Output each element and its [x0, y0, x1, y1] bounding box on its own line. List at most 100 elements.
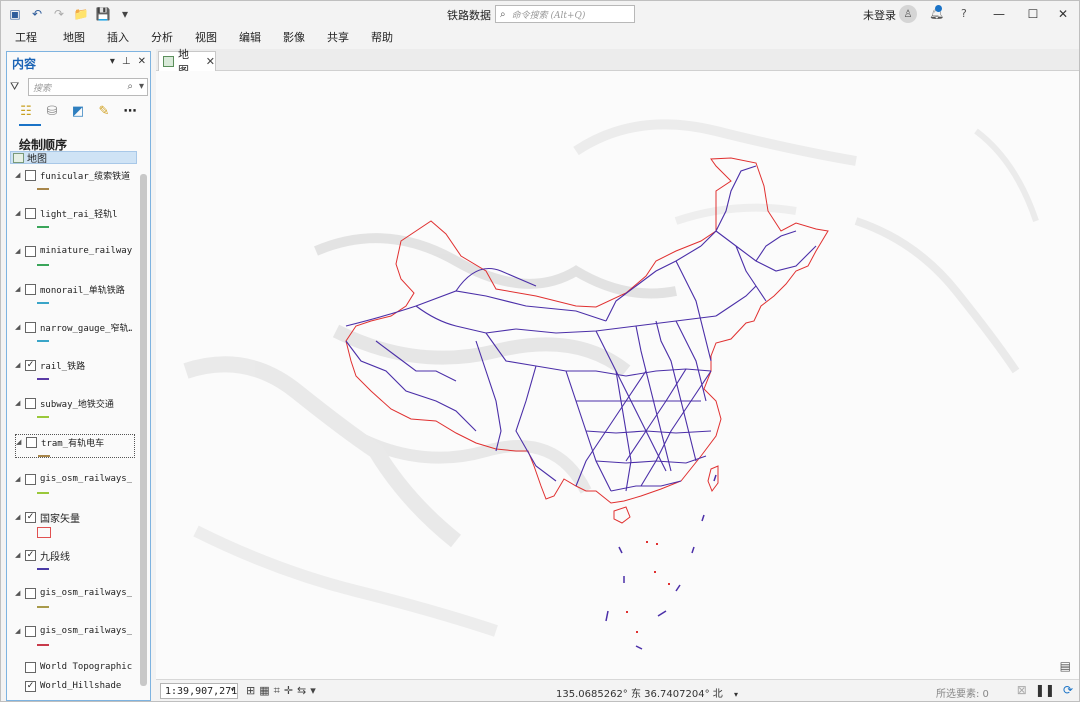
layer-visibility-checkbox[interactable] [25, 321, 36, 333]
layer-visibility-checkbox[interactable] [25, 587, 36, 599]
layer-item[interactable]: World Topographic… [15, 660, 135, 674]
tab-share[interactable]: 共享 [327, 29, 349, 45]
user-avatar-icon[interactable]: ♙ [899, 5, 917, 23]
expand-triangle-icon[interactable]: ◢ [15, 247, 25, 255]
close-window-button[interactable]: ✕ [1052, 4, 1074, 24]
layer-visibility-checkbox[interactable]: ✓ [25, 680, 36, 692]
search-icon[interactable]: ⌕ [127, 81, 133, 92]
expand-triangle-icon[interactable]: ◢ [15, 209, 25, 217]
map-view-tab[interactable]: 地图 ✕ [158, 48, 216, 77]
layer-symbol[interactable] [37, 264, 49, 266]
layer-symbol[interactable] [37, 568, 49, 570]
contents-search-input[interactable]: 搜索 ⌕ ▾ [28, 78, 148, 96]
layer-item[interactable]: ◢ gis_osm_railways_… [15, 624, 135, 646]
expand-triangle-icon[interactable]: ◢ [15, 361, 25, 369]
layer-visibility-checkbox[interactable] [25, 207, 36, 219]
layer-symbol[interactable] [38, 455, 50, 457]
layer-symbol[interactable] [37, 302, 49, 304]
scale-selector[interactable]: 1:39,907,271 ▾ [160, 683, 238, 699]
layer-symbol[interactable] [37, 527, 51, 538]
clear-selection-icon[interactable]: ⊠ [1017, 683, 1027, 697]
layer-visibility-checkbox[interactable] [25, 283, 36, 295]
layer-item[interactable]: ◢ subway_地铁交通 [15, 396, 135, 418]
tab-project[interactable]: 工程 [15, 29, 37, 45]
layer-symbol[interactable] [37, 226, 49, 228]
map-overview-icon[interactable]: ▤ [1060, 659, 1071, 673]
layer-item[interactable]: ◢ gis_osm_railways_… [15, 472, 135, 494]
layer-symbol[interactable] [37, 378, 49, 380]
close-tab-icon[interactable]: ✕ [206, 55, 215, 68]
layer-item[interactable]: ✓ World_Hillshade [15, 679, 135, 693]
chevron-down-icon[interactable]: ▾ [310, 684, 316, 698]
pin-icon[interactable]: ⊥ [122, 56, 131, 67]
map-node[interactable]: 地图 [10, 151, 137, 165]
layer-item[interactable]: ◢ tram_有轨电车 [15, 434, 135, 458]
layer-item[interactable]: ◢ light_rai_轻轨l [15, 206, 135, 228]
layer-item[interactable]: ◢ gis_osm_railways_… [15, 586, 135, 608]
fixed-zoom-icon[interactable]: ⊞ [246, 684, 255, 698]
layer-item[interactable]: ◢ ✓ 国家矢量 [15, 510, 135, 538]
expand-triangle-icon[interactable]: ◢ [15, 399, 25, 407]
layer-item[interactable]: ◢ monorail_单轨铁路 [15, 282, 135, 304]
command-search-box[interactable]: ⌕ 命令搜索 (Alt+Q) [495, 5, 635, 23]
layer-visibility-checkbox[interactable] [25, 661, 36, 673]
layer-item[interactable]: ◢ ✓ rail_铁路 [15, 358, 135, 380]
grid-icon[interactable]: ▦ [259, 684, 269, 698]
tab-insert[interactable]: 插入 [107, 29, 129, 45]
layer-visibility-checkbox[interactable] [26, 436, 37, 448]
minimize-button[interactable]: — [988, 4, 1010, 24]
map-canvas[interactable] [156, 71, 1079, 679]
navigation-icon[interactable]: ✛ [284, 684, 293, 698]
contents-scrollbar[interactable] [140, 174, 147, 686]
expand-triangle-icon[interactable]: ◢ [15, 285, 25, 293]
tab-analysis[interactable]: 分析 [151, 29, 173, 45]
expand-triangle-icon[interactable]: ◢ [15, 551, 25, 559]
open-project-icon[interactable]: 📁 [73, 6, 89, 22]
list-by-source-icon[interactable]: ⛁ [43, 102, 61, 120]
redo-icon[interactable]: ↷ [51, 6, 67, 22]
list-by-selection-icon[interactable]: ◩ [69, 102, 87, 120]
layer-item[interactable]: ◢ funicular_缆索铁道 [15, 168, 135, 190]
expand-triangle-icon[interactable]: ◢ [15, 475, 25, 483]
tab-view[interactable]: 视图 [195, 29, 217, 45]
layer-visibility-checkbox[interactable]: ✓ [25, 359, 36, 371]
expand-triangle-icon[interactable]: ◢ [15, 323, 25, 331]
layer-visibility-checkbox[interactable]: ✓ [25, 549, 36, 561]
tab-help[interactable]: 帮助 [371, 29, 393, 45]
pane-options-icon[interactable]: ▾ [110, 56, 115, 67]
expand-triangle-icon[interactable]: ◢ [15, 171, 25, 179]
undo-icon[interactable]: ↶ [29, 6, 45, 22]
maximize-button[interactable]: ☐ [1022, 4, 1044, 24]
save-project-icon[interactable]: 💾 [95, 6, 111, 22]
help-button[interactable]: ? [961, 7, 967, 20]
chevron-down-icon[interactable]: ▾ [139, 81, 144, 92]
snapping-icon[interactable]: ⌗ [274, 684, 280, 698]
customize-toolbar-icon[interactable]: ▾ [117, 6, 133, 22]
layer-visibility-checkbox[interactable] [25, 397, 36, 409]
map-view[interactable]: ▤ [156, 71, 1079, 679]
tab-edit[interactable]: 编辑 [239, 29, 261, 45]
chevron-down-icon[interactable]: ▾ [734, 690, 738, 699]
close-pane-icon[interactable]: ✕ [138, 56, 146, 67]
layer-visibility-checkbox[interactable]: ✓ [25, 511, 36, 523]
tab-map[interactable]: 地图 [63, 29, 85, 45]
layer-symbol[interactable] [37, 644, 49, 646]
layer-visibility-checkbox[interactable] [25, 473, 36, 485]
pause-drawing-icon[interactable]: ❚❚ [1035, 683, 1055, 697]
tab-imagery[interactable]: 影像 [283, 29, 305, 45]
layer-visibility-checkbox[interactable] [25, 169, 36, 181]
expand-triangle-icon[interactable]: ◢ [15, 589, 25, 597]
signin-status[interactable]: 未登录 [863, 7, 896, 23]
refresh-icon[interactable]: ⟳ [1063, 683, 1073, 697]
filter-icon[interactable]: ⛛ [10, 80, 22, 94]
expand-triangle-icon[interactable]: ◢ [15, 513, 25, 521]
layer-symbol[interactable] [37, 606, 49, 608]
list-by-editing-icon[interactable]: ✎ [95, 102, 113, 120]
expand-triangle-icon[interactable]: ◢ [15, 627, 25, 635]
coordinate-system-icon[interactable]: ⇆ [297, 684, 306, 698]
layer-symbol[interactable] [37, 188, 49, 190]
layer-symbol[interactable] [37, 492, 49, 494]
layer-symbol[interactable] [37, 416, 49, 418]
layer-visibility-checkbox[interactable] [25, 245, 36, 257]
layer-item[interactable]: ◢ ✓ 九段线 [15, 548, 135, 570]
